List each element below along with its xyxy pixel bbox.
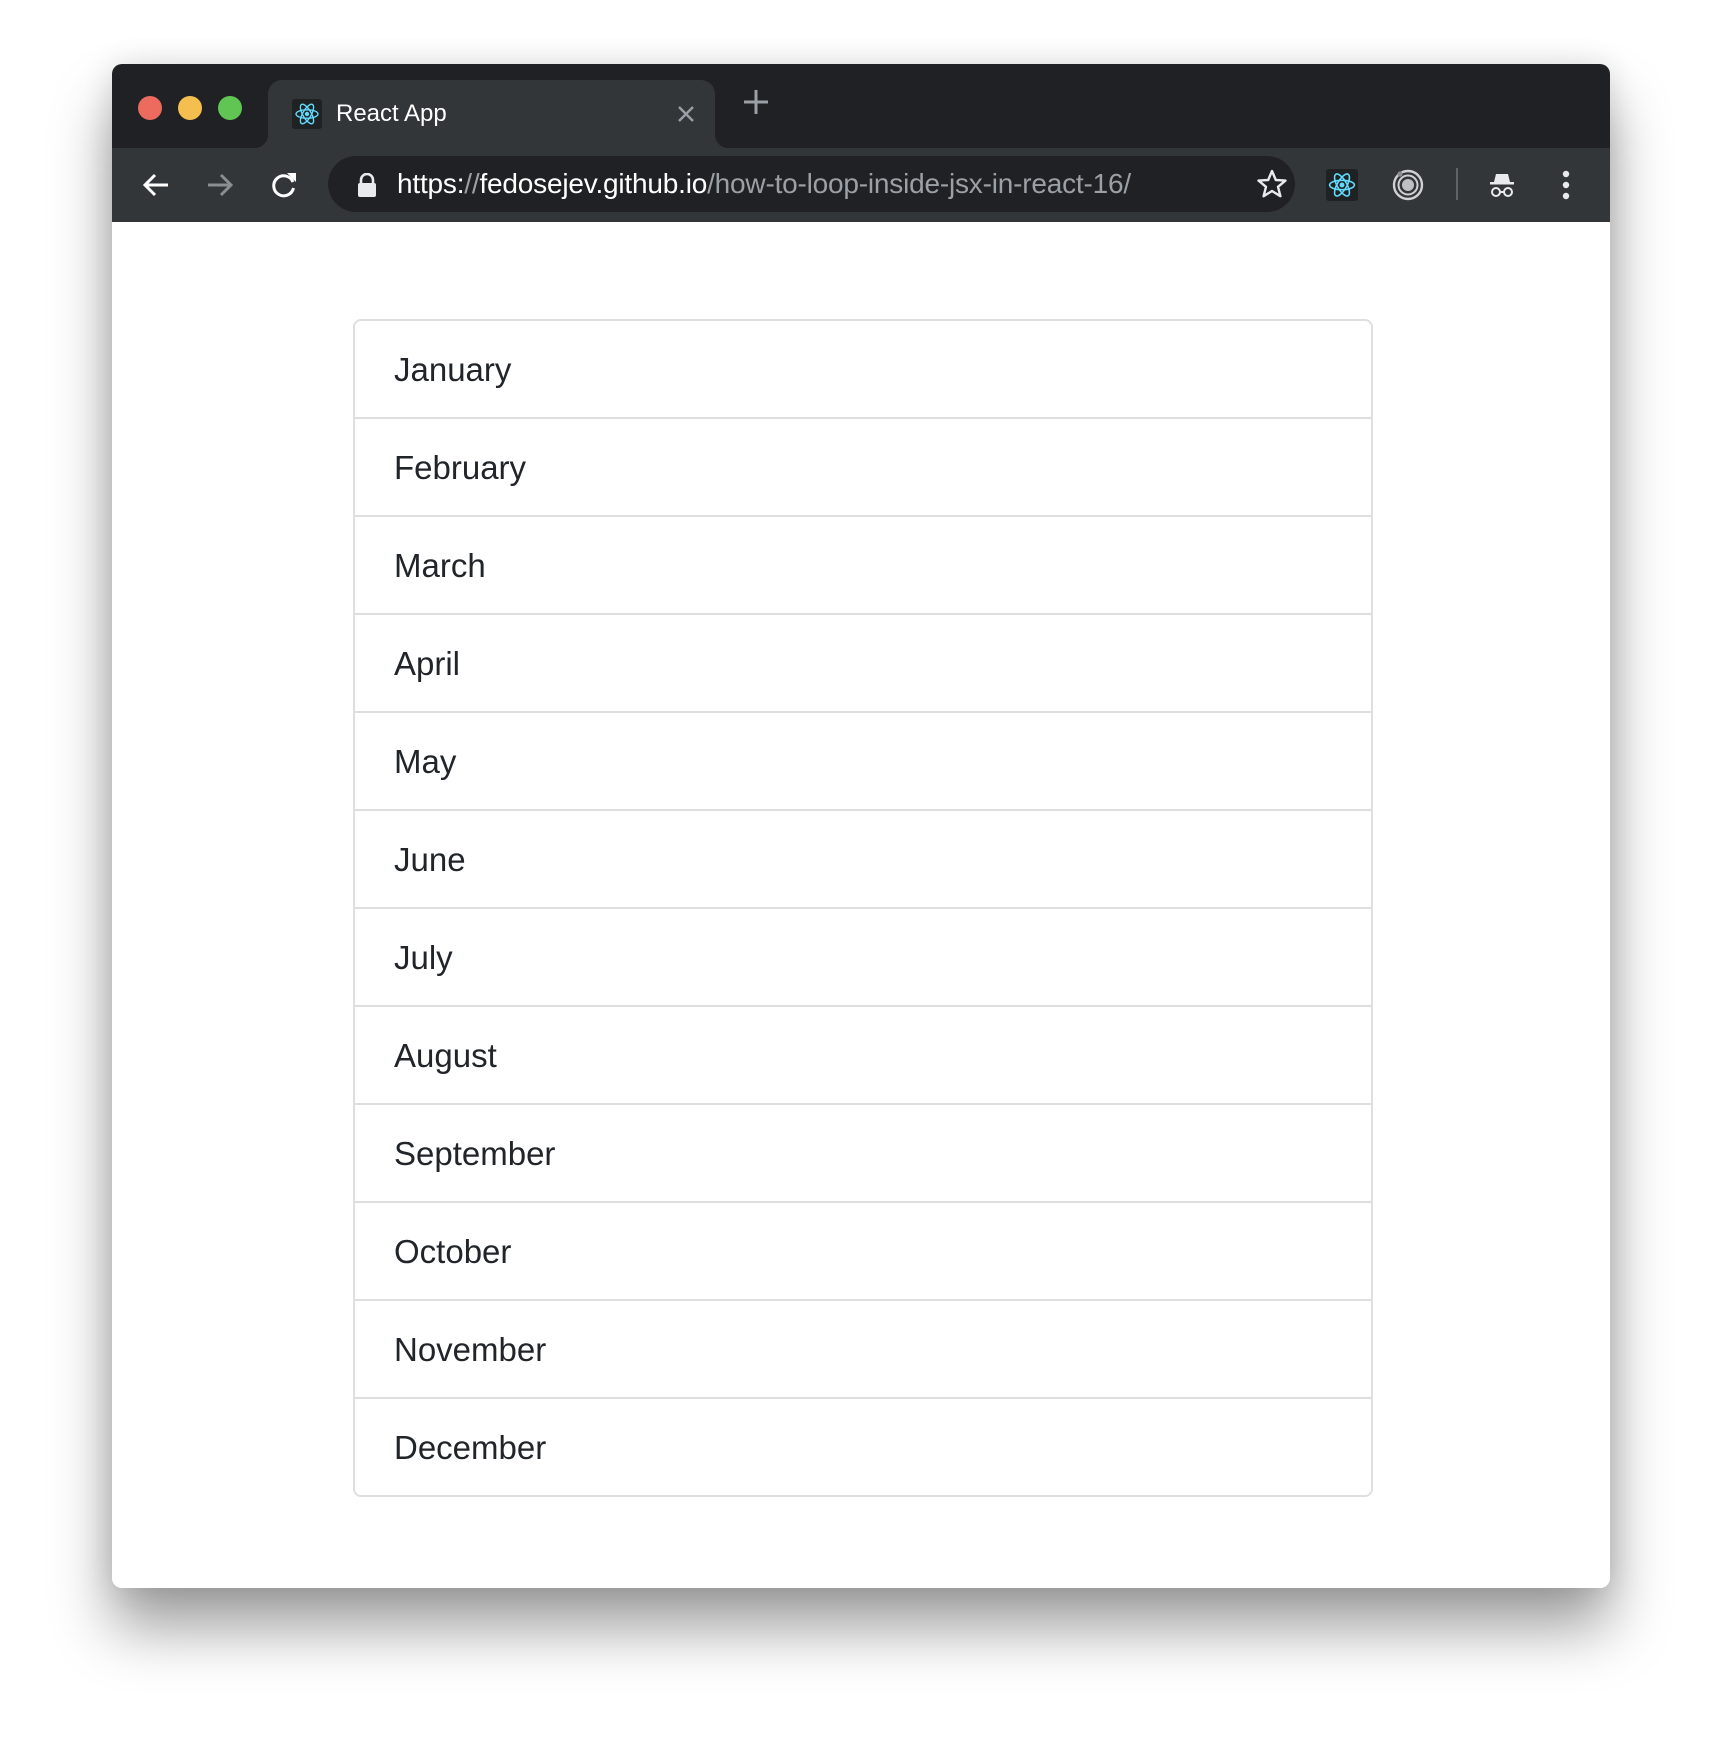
toolbar: https://fedosejev.github.io/how-to-loop-… [112,148,1610,222]
react-devtools-icon[interactable] [1326,169,1358,201]
reload-icon[interactable] [266,167,302,203]
url-host: fedosejev.github.io [479,168,708,199]
list-item-label: October [394,1233,512,1270]
incognito-icon[interactable] [1484,167,1520,203]
toolbar-separator [1456,168,1458,200]
window-close-button[interactable] [138,96,162,120]
tab-strip: React App [112,64,1610,148]
list-item-label: November [394,1331,547,1368]
list-item-label: February [394,449,527,486]
address-bar[interactable]: https://fedosejev.github.io/how-to-loop-… [328,156,1295,212]
url-slashes: // [464,168,480,199]
list-item: February [355,417,1371,515]
list-item: August [355,1005,1371,1103]
list-item: January [355,321,1371,417]
list-item: October [355,1201,1371,1299]
star-icon[interactable] [1256,168,1288,200]
list-item: November [355,1299,1371,1397]
browser-window: React App https://fedosejev.github.io/ho… [112,64,1610,1588]
react-logo-icon [292,99,322,129]
url-path: /how-to-loop-inside-jsx-in-react-16/ [707,168,1131,199]
more-vert-icon[interactable] [1548,167,1584,203]
list-item-label: July [394,939,453,976]
list-item-label: December [394,1429,547,1466]
month-list: January February March April May June Ju… [353,319,1373,1497]
list-item: May [355,711,1371,809]
list-item-label: March [394,547,486,584]
list-item-label: August [394,1037,497,1074]
list-item-label: September [394,1135,556,1172]
window-maximize-button[interactable] [218,96,242,120]
tab-react-app[interactable]: React App [254,80,729,148]
list-item: April [355,613,1371,711]
list-item-label: January [394,351,512,388]
list-item-label: May [394,743,457,780]
window-minimize-button[interactable] [178,96,202,120]
arrow-right-icon[interactable] [202,167,238,203]
list-item: September [355,1103,1371,1201]
url-scheme: https: [397,168,465,199]
list-item-label: April [394,645,461,682]
list-item: December [355,1397,1371,1495]
target-icon[interactable] [1390,167,1426,203]
list-item: March [355,515,1371,613]
list-item-label: June [394,841,466,878]
url-text[interactable]: https://fedosejev.github.io/how-to-loop-… [397,169,1131,199]
list-item: July [355,907,1371,1005]
page-content: January February March April May June Ju… [112,222,1610,1588]
close-icon[interactable] [672,100,700,128]
tab-title: React App [336,100,447,127]
arrow-left-icon[interactable] [138,167,174,203]
lock-icon [358,173,376,197]
list-item: June [355,809,1371,907]
plus-icon[interactable] [742,88,770,116]
